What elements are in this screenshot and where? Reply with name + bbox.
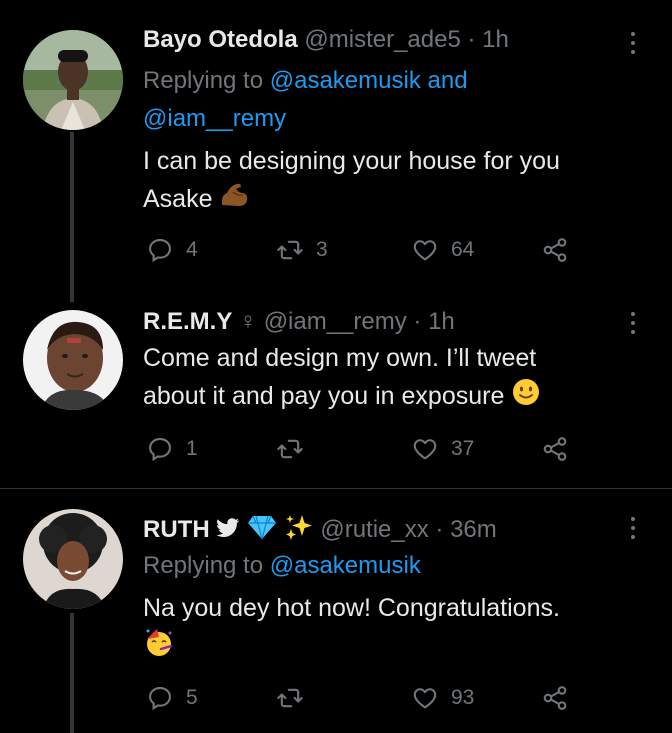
reply-button[interactable]: 1 [146, 434, 198, 464]
reply-icon [149, 239, 171, 263]
retweet-icon [277, 439, 303, 459]
like-button[interactable]: 64 [411, 235, 474, 265]
mention-link[interactable]: @iam__remy [143, 105, 286, 132]
tweet-text-line: I can be designing your house for you [143, 147, 560, 175]
tweet-text: Come and design my own. I’ll tweet about… [143, 339, 643, 418]
mention-link[interactable]: @asakemusik and [270, 67, 468, 94]
share-icon [543, 238, 567, 262]
tweet-header: RUTH @rutie_xx · 36m [143, 513, 497, 548]
display-name[interactable]: Bayo Otedola [143, 26, 298, 53]
retweet-button[interactable] [276, 434, 316, 464]
display-name[interactable]: R.E.M.Y [143, 308, 232, 335]
tweet-header: R.E.M.Y ♀ @iam__remy · 1h [143, 308, 455, 336]
reply-button[interactable]: 5 [146, 683, 198, 713]
tweet-text: I can be designing your house for you As… [143, 142, 643, 220]
tweet-text-line: Na you dey hot now! Congratulations. [143, 594, 560, 622]
tweet-header: Bayo Otedola @mister_ade5 · 1h [143, 26, 509, 54]
retweet-icon [277, 688, 303, 708]
retweet-button[interactable]: 3 [276, 235, 328, 265]
sparkles-emoji [284, 513, 314, 548]
flexed-biceps-emoji [219, 181, 249, 220]
like-count: 93 [451, 686, 475, 709]
tweet-1[interactable]: Bayo Otedola @mister_ade5 · 1h Replying … [0, 0, 672, 302]
retweet-button[interactable] [276, 683, 316, 713]
tweet-actions: 1 37 [143, 434, 583, 464]
retweet-count: 3 [316, 238, 328, 261]
heart-icon [413, 439, 437, 460]
avatar[interactable] [23, 509, 123, 609]
replying-to: Replying to @asakemusik and @iam__remy [143, 62, 468, 138]
bird-icon [216, 517, 240, 545]
share-icon [543, 686, 567, 710]
handle-time[interactable]: @rutie_xx · 36m [320, 516, 496, 543]
replying-to-label: Replying to [143, 67, 264, 94]
thread-line [70, 132, 74, 302]
share-button[interactable] [541, 235, 569, 265]
heart-icon [413, 688, 437, 709]
reply-icon [149, 438, 171, 462]
share-button[interactable] [541, 683, 569, 713]
like-button[interactable]: 93 [411, 683, 474, 713]
tweet-2[interactable]: R.E.M.Y ♀ @iam__remy · 1h Come and desig… [0, 300, 672, 488]
like-count: 37 [451, 437, 475, 460]
heart-icon [413, 240, 437, 261]
tweet-actions: 5 93 [143, 683, 583, 713]
tweet-text: Na you dey hot now! Congratulations. [143, 589, 643, 670]
reply-button[interactable]: 4 [146, 235, 198, 265]
reply-count: 4 [186, 238, 198, 261]
more-options-icon[interactable] [628, 32, 638, 59]
tweet-actions: 4 3 64 [143, 235, 583, 265]
avatar[interactable] [23, 310, 123, 410]
like-count: 64 [451, 238, 475, 261]
share-button[interactable] [541, 434, 569, 464]
share-icon [543, 437, 567, 461]
gem-emoji [247, 514, 277, 547]
reply-count: 1 [186, 437, 198, 460]
reply-count: 5 [186, 686, 198, 709]
partying-face-emoji [143, 627, 175, 670]
handle-time[interactable]: @mister_ade5 · 1h [304, 26, 508, 53]
more-options-icon[interactable] [628, 312, 638, 339]
tweet-text-line: Asake [143, 185, 213, 213]
name-symbol: ♀ [239, 308, 258, 335]
replying-to-label: Replying to [143, 552, 264, 579]
retweet-icon [277, 240, 303, 260]
like-button[interactable]: 37 [411, 434, 474, 464]
tweet-3[interactable]: RUTH @rutie_xx · 36m Replying to @asakem… [0, 489, 672, 733]
mention-link[interactable]: @asakemusik [270, 552, 421, 579]
display-name[interactable]: RUTH [143, 516, 210, 543]
tweet-text-line: about it and pay you in exposure [143, 382, 505, 411]
more-options-icon[interactable] [628, 517, 638, 544]
handle-time[interactable]: @iam__remy · 1h [264, 308, 455, 335]
avatar[interactable] [23, 30, 123, 130]
thread-line [70, 613, 74, 733]
tweet-text-line: Come and design my own. I’ll tweet [143, 344, 537, 372]
reply-icon [149, 687, 171, 711]
slightly-smiling-face-emoji [511, 377, 541, 418]
replying-to: Replying to @asakemusik [143, 547, 421, 585]
